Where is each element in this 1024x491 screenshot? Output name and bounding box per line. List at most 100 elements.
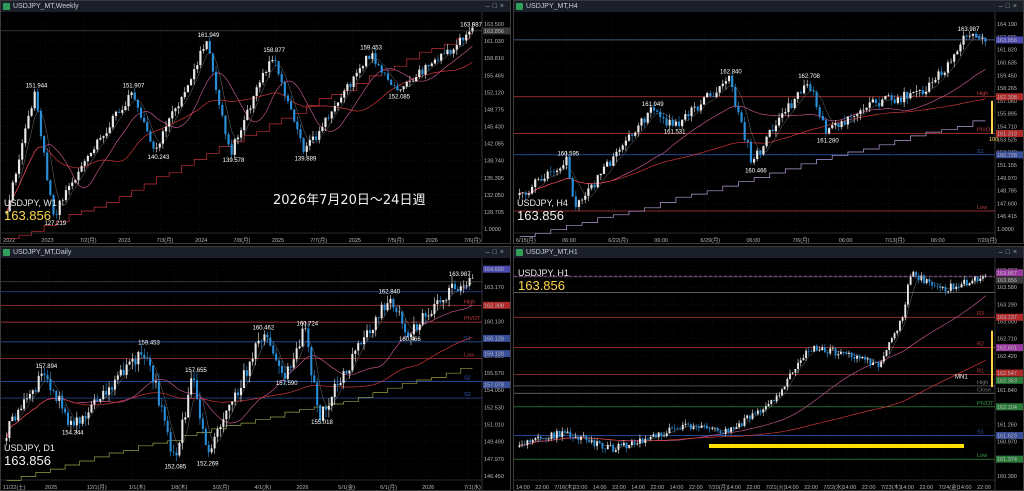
swing-high-label: 160.724 <box>296 321 318 327</box>
candle-body <box>601 443 604 449</box>
y-tick-label: 155.895 <box>997 112 1017 118</box>
h1-title-bar[interactable]: USDJPY_MT,H1 –□× <box>514 247 1023 258</box>
x-tick-label: 3/2(月) <box>213 484 230 491</box>
daily-last-price: 163.856 <box>4 453 51 468</box>
candle-body <box>928 279 931 283</box>
candle-body <box>778 395 781 396</box>
candle-body <box>465 285 468 286</box>
candle-body <box>218 90 221 105</box>
candle-body <box>214 71 218 91</box>
x-tick-label: 22:00 <box>689 485 703 491</box>
close-icon[interactable]: × <box>500 249 507 256</box>
candle-body <box>693 106 696 108</box>
maximize-icon[interactable]: □ <box>1006 249 1013 256</box>
minimize-icon[interactable]: – <box>486 3 493 10</box>
candle-body <box>708 428 711 430</box>
candle-body <box>295 348 298 360</box>
candle-body <box>657 432 660 438</box>
candle-body <box>371 330 374 334</box>
candle-body <box>665 118 668 126</box>
minimize-icon[interactable]: – <box>486 249 493 256</box>
price-tag: 162.363 <box>997 378 1017 384</box>
candle-body <box>81 416 84 424</box>
candle-body <box>674 121 677 126</box>
price-tag: 159.128 <box>484 352 504 358</box>
window-buttons[interactable]: –□× <box>999 247 1020 258</box>
candle-body <box>858 355 861 359</box>
candle-body <box>759 410 762 413</box>
candle-body <box>649 436 652 440</box>
candle-body <box>534 179 537 188</box>
candle-body <box>360 343 363 345</box>
candle-body <box>124 106 127 111</box>
weekly-chart-panel[interactable]: USDJPY_MT,Weekly –□× 163.500 161.030 158.8… <box>0 0 511 244</box>
candle-body <box>662 117 665 119</box>
candle-body <box>859 110 862 115</box>
candle-body <box>781 113 784 118</box>
candle-body <box>716 427 719 431</box>
h4-title-bar[interactable]: USDJPY_MT,H4 –□× <box>514 1 1023 12</box>
swing-high-label: 163.987 <box>449 272 471 278</box>
candle-body <box>71 182 74 186</box>
candle-body <box>36 91 39 111</box>
y-tick-label: 142.085 <box>484 142 504 148</box>
h1-chart-panel[interactable]: USDJPY_MT,H1 –□× 163.867 163.580 163.290 16… <box>513 246 1024 491</box>
close-icon[interactable]: × <box>500 3 507 10</box>
candle-body <box>636 443 639 445</box>
candle-body <box>128 361 131 365</box>
maximize-icon[interactable]: □ <box>493 249 500 256</box>
swing-low-label: 157.590 <box>276 381 298 387</box>
candle-body <box>963 279 966 285</box>
chart-window-icon <box>516 249 523 256</box>
window-buttons[interactable]: –□× <box>486 1 507 12</box>
h4-chart-canvas[interactable]: 164.190163.005161.820160.635159.450158.2… <box>514 12 1024 244</box>
candle-body <box>915 90 918 92</box>
candle-body <box>55 214 58 216</box>
y-tick-label: 128.705 <box>484 210 504 216</box>
close-icon[interactable]: × <box>1013 3 1020 10</box>
candle-body <box>283 82 286 96</box>
candle-body <box>568 156 571 179</box>
daily-chart-panel[interactable]: USDJPY_MT,Daily –□× 164.690163.170162.45… <box>0 246 511 491</box>
candle-body <box>530 187 534 194</box>
h1-chart-canvas[interactable]: 163.867163.580163.290163.000162.710162.4… <box>514 258 1024 491</box>
candle-body <box>715 92 718 97</box>
weekly-title-bar[interactable]: USDJPY_MT,Weekly –□× <box>1 1 510 12</box>
maximize-icon[interactable]: □ <box>493 3 500 10</box>
x-tick-label: 7/3(月) <box>157 237 174 244</box>
candle-body <box>93 399 96 405</box>
daily-title-bar[interactable]: USDJPY_MT,Daily –□× <box>1 247 510 258</box>
daily-chart-canvas[interactable]: 164.690163.170162.450160.130158.610157.0… <box>1 258 511 491</box>
candle-body <box>116 375 119 380</box>
x-tick-label: 7/23(木) <box>881 483 901 491</box>
candle-body <box>134 358 137 365</box>
candle-body <box>957 286 960 288</box>
candle-body <box>208 41 211 54</box>
candle-body <box>155 147 158 149</box>
candle-body <box>903 91 906 103</box>
candle-body <box>752 159 756 163</box>
candle-body <box>84 416 87 419</box>
maximize-icon[interactable]: □ <box>1006 3 1013 10</box>
candle-body <box>802 357 805 361</box>
weekly-chart-canvas[interactable]: 163.500 161.030 158.810 155.465 152.120 148.7… <box>1 12 511 244</box>
candle-body <box>374 317 377 331</box>
candle-body <box>893 333 896 339</box>
candle-body <box>230 144 233 155</box>
candle-body <box>58 395 61 401</box>
candle-body <box>821 115 824 121</box>
candle-body <box>845 352 848 354</box>
candle-body <box>531 439 534 443</box>
candle-body <box>718 86 721 93</box>
candle-body <box>818 107 821 116</box>
minimize-icon[interactable]: – <box>999 3 1006 10</box>
x-tick-label: 6/22(月) <box>608 237 628 244</box>
window-buttons[interactable]: –□× <box>486 247 507 258</box>
window-buttons[interactable]: –□× <box>999 1 1020 12</box>
candle-body <box>893 99 896 104</box>
minimize-icon[interactable]: – <box>999 249 1006 256</box>
h4-chart-panel[interactable]: USDJPY_MT,H4 –□× 164.190163.005161.82016… <box>513 0 1024 244</box>
candle-body <box>834 348 837 356</box>
close-icon[interactable]: × <box>1013 249 1020 256</box>
level-label: PIVOT <box>977 401 994 407</box>
